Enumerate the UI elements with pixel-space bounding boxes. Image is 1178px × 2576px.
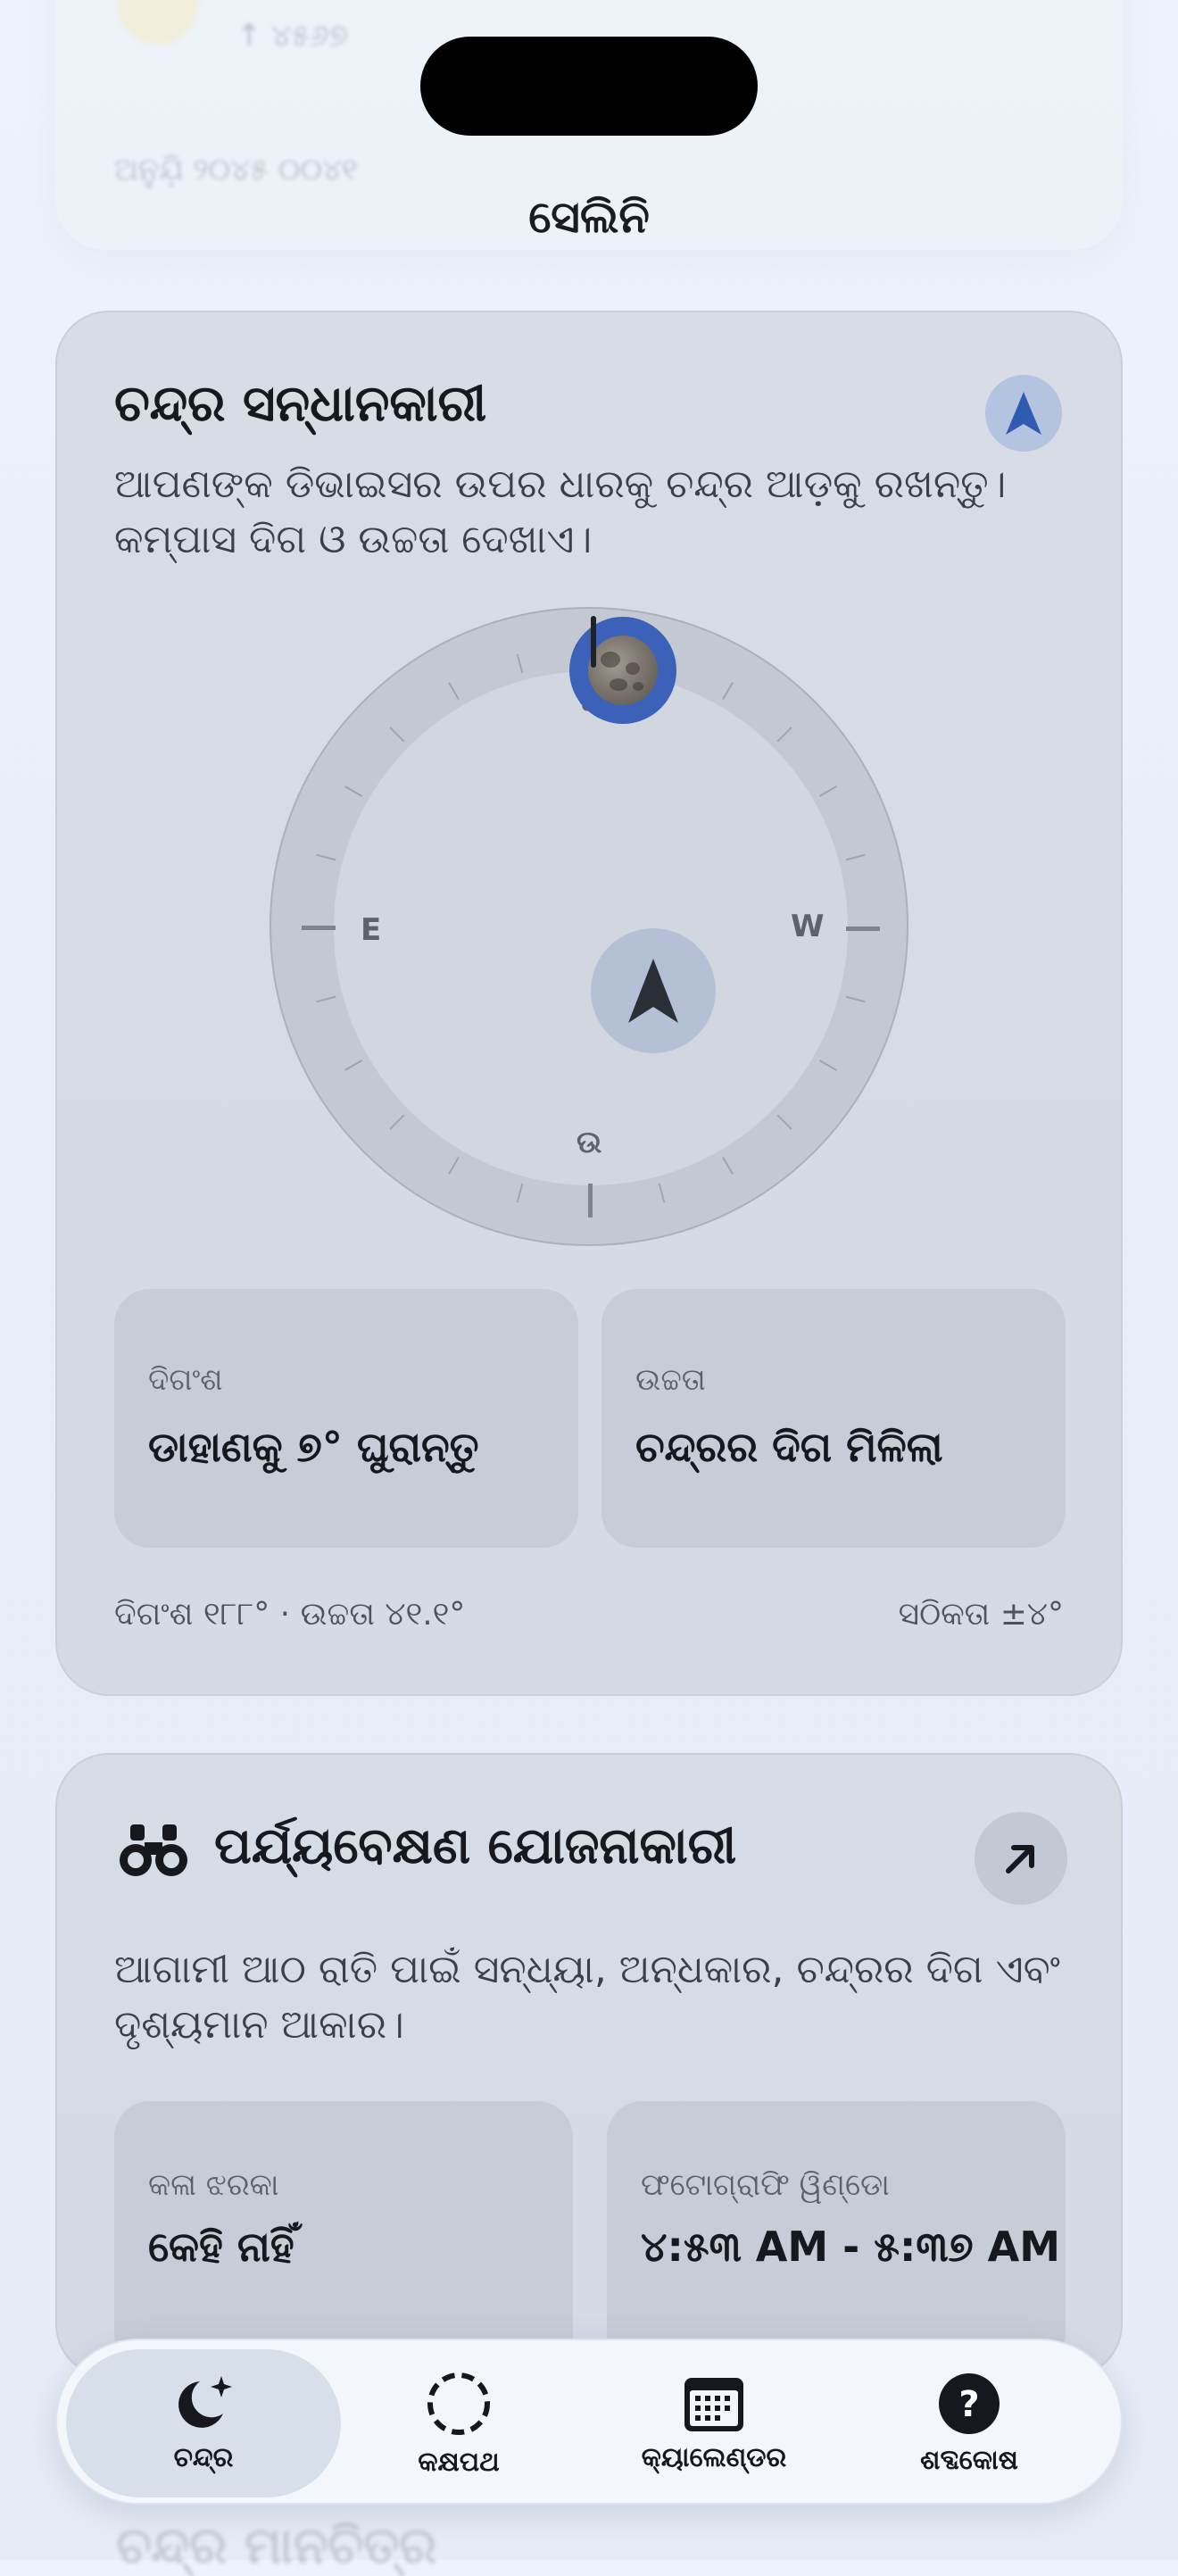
compass-label-west: W (791, 909, 825, 944)
photo-window-stat: ଫଟୋଗ୍ରାଫି ୱିଣ୍ଡୋ ୪:୫୩ AM - ୫:୩୭ AM (607, 2101, 1066, 2369)
svg-text:?: ? (958, 2384, 979, 2425)
azimuth-label: ଦିଗଂଶ (148, 1362, 223, 1398)
tab-calendar[interactable]: କ୍ୟାଲେଣ୍ଡର (577, 2349, 851, 2497)
question-icon: ? (939, 2372, 1000, 2434)
azimuth-stat: ଦିଗଂଶ ଡାହାଣକୁ ୭° ଘୁରାନ୍ତୁ (114, 1289, 578, 1548)
tab-glossary-label: ଶବ୍ଦକୋଷ (920, 2444, 1018, 2476)
location-arrow-icon[interactable] (985, 375, 1062, 452)
altitude-value: ଚନ୍ଦ୍ରର ଦିଗ ମିଳିଲା (635, 1423, 943, 1471)
moon-stars-icon (178, 2375, 232, 2428)
accuracy-readout: ସଠିକତା ±୪° (898, 1596, 1064, 1633)
altitude-stat: ଉଚ୍ଚତା ଚନ୍ଦ୍ରର ଦିଗ ମିଳିଲା (601, 1289, 1066, 1548)
planner-title: ପର୍ଯ୍ୟବେକ୍ଷଣ ଯୋଜନାକାରୀ (214, 1817, 737, 1875)
azimuth-altitude-readout: ଦିଗଂଶ ୧୮୮° · ଉଚ୍ଚତା ୪୧.୧° (114, 1596, 466, 1633)
tab-bar: ଚନ୍ଦ୍ର କକ୍ଷପଥ କ୍ୟାଲେଣ୍ଡର ? ଶବ୍ଦକୋଷ (55, 2339, 1123, 2505)
tab-glossary[interactable]: ? ଶବ୍ଦକୋଷ (832, 2349, 1107, 2497)
next-card-title: ଚନ୍ଦ୍ର ମାନଚିତ୍ର (116, 2517, 437, 2575)
tab-moon[interactable]: ଚନ୍ଦ୍ର (66, 2349, 341, 2497)
calendar-icon (684, 2377, 743, 2431)
tab-moon-label: ଚନ୍ଦ୍ର (173, 2441, 234, 2473)
dark-window-stat: କଳା ଝରକା କେହି ନାହିଁ (114, 2101, 573, 2369)
planner-card[interactable]: ପର୍ଯ୍ୟବେକ୍ଷଣ ଯୋଜନାକାରୀ ଆଗାମୀ ଆଠ ରାତି ପାଇ… (55, 1753, 1123, 2378)
dark-window-value: କେହି ନାହିଁ (148, 2223, 294, 2271)
open-planner-button[interactable] (975, 1812, 1067, 1905)
altitude-label: ଉଚ୍ଚତା (635, 1362, 706, 1398)
photo-window-label: ଫଟୋଗ୍ରାଫି ୱିଣ୍ଡୋ (641, 2167, 890, 2203)
photo-window-value: ୪:୫୩ AM - ୫:୩୭ AM (641, 2223, 1061, 2271)
moon-icon (588, 636, 658, 705)
compass-dial: ଦ ଉ E W (270, 607, 908, 1246)
tab-orbit-label: କକ୍ଷପଥ (418, 2446, 500, 2478)
page-title: ସେଲିନି (528, 191, 650, 243)
arrow-up-right-icon (1006, 1845, 1034, 1874)
planner-description: ଆଗାମୀ ଆଠ ରାତି ପାଇଁ ସନ୍ଧ୍ୟା, ଅନ୍ଧକାର, ଚନ୍… (114, 1947, 1060, 2048)
heading-needle (591, 616, 596, 668)
compass-tick (591, 927, 910, 931)
moon-finder-title: ଚନ୍ଦ୍ର ସନ୍ଧାନକାରୀ (114, 375, 487, 433)
moon-finder-description: ଆପଣଙ୍କ ଡିଭାଇସର ଉପର ଧାରକୁ ଚନ୍ଦ୍ର ଆଡ଼କୁ ରଖ… (114, 461, 1007, 562)
previous-card-footer: ଅନୁଯ଼ି ୨୦୪୫ ୦୦୪୧ (114, 152, 358, 187)
binoculars-icon (118, 1823, 189, 1883)
moon-position-marker (569, 617, 676, 724)
compass-label-north: ଉ (577, 1125, 602, 1160)
tab-calendar-label: କ୍ୟାଲେଣ୍ଡର (641, 2441, 787, 2473)
dynamic-island (420, 37, 758, 136)
moon-finder-card: ଚନ୍ଦ୍ର ସନ୍ଧାନକାରୀ ଆପଣଙ୍କ ଡିଭାଇସର ଉପର ଧାର… (55, 311, 1123, 1696)
compass-tick (588, 928, 593, 1248)
tab-orbit[interactable]: କକ୍ଷପଥ (321, 2349, 596, 2497)
dark-window-label: କଳା ଝରକା (148, 2167, 279, 2203)
orbit-icon (427, 2372, 490, 2435)
azimuth-value: ଡାହାଣକୁ ୭° ଘୁରାନ୍ତୁ (148, 1423, 479, 1471)
compass-tick (271, 926, 591, 930)
previous-card-value: ↑ ୪୫୬୭ (236, 18, 348, 54)
compass-label-east: E (361, 912, 382, 948)
